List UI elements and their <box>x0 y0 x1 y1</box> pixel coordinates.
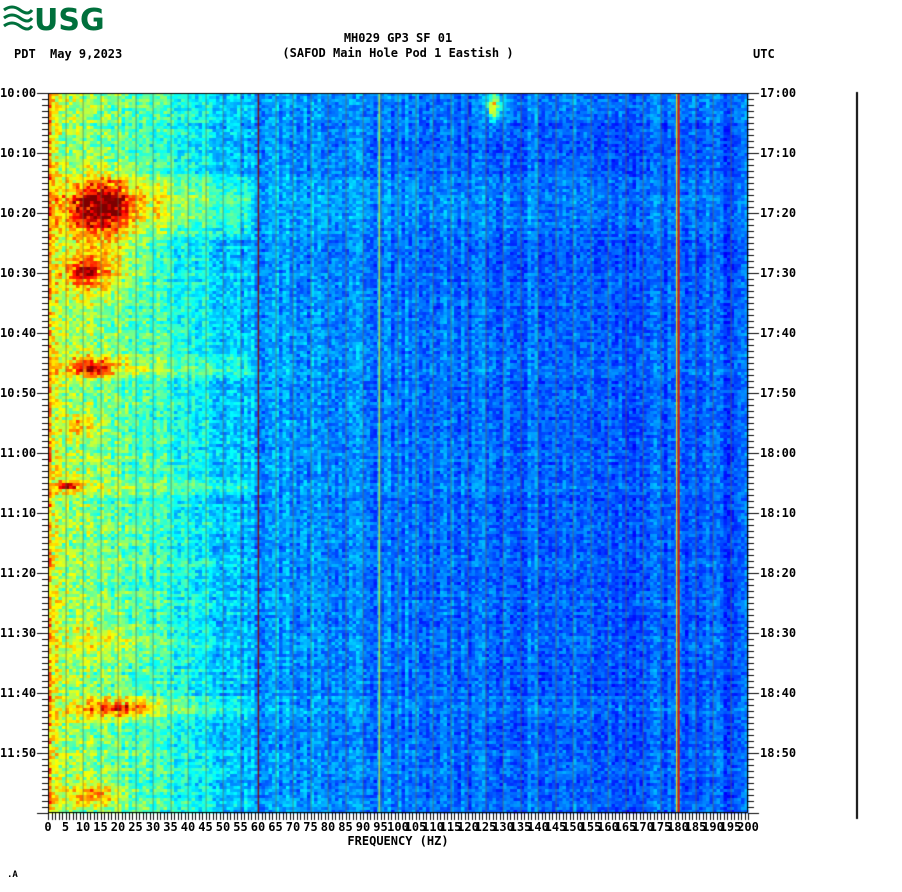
y-axis-label-pdt: 11:00 <box>0 446 37 460</box>
y-axis-label-pdt: 11:40 <box>0 686 37 700</box>
y-axis-label-pdt: 10:00 <box>0 86 37 100</box>
y-axis-label-utc: 17:50 <box>760 386 797 400</box>
x-axis-label: 200 <box>737 820 759 834</box>
footer-mark: .A <box>7 870 18 880</box>
y-axis-label-utc: 17:00 <box>760 86 797 100</box>
y-axis-label-pdt: 11:20 <box>0 566 37 580</box>
y-axis-label-pdt: 10:10 <box>0 146 37 160</box>
y-axis-label-utc: 17:30 <box>760 266 797 280</box>
y-axis-label-utc: 18:40 <box>760 686 797 700</box>
y-axis-label-pdt: 11:30 <box>0 626 37 640</box>
y-axis-label-pdt: 10:40 <box>0 326 37 340</box>
y-axis-label-pdt: 10:20 <box>0 206 37 220</box>
y-axis-label-utc: 18:10 <box>760 506 797 520</box>
y-axis-label-pdt: 10:30 <box>0 266 37 280</box>
spectrogram-page: USGS MH029 GP3 SF 01 (SAFOD Main Hole Po… <box>0 0 902 892</box>
y-axis-label-utc: 17:40 <box>760 326 797 340</box>
y-axis-label-utc: 18:00 <box>760 446 797 460</box>
y-axis-label-pdt: 10:50 <box>0 386 37 400</box>
y-axis-label-utc: 18:50 <box>760 746 797 760</box>
y-axis-label-utc: 17:20 <box>760 206 797 220</box>
y-axis-label-pdt: 11:50 <box>0 746 37 760</box>
y-axis-label-utc: 17:10 <box>760 146 797 160</box>
y-axis-label-pdt: 11:10 <box>0 506 37 520</box>
y-axis-label-utc: 18:20 <box>760 566 797 580</box>
axis-labels-layer: 10:00 10:10 10:20 10:30 10:40 10:50 11:00 11:10… <box>0 0 902 892</box>
y-axis-label-utc: 18:30 <box>760 626 797 640</box>
